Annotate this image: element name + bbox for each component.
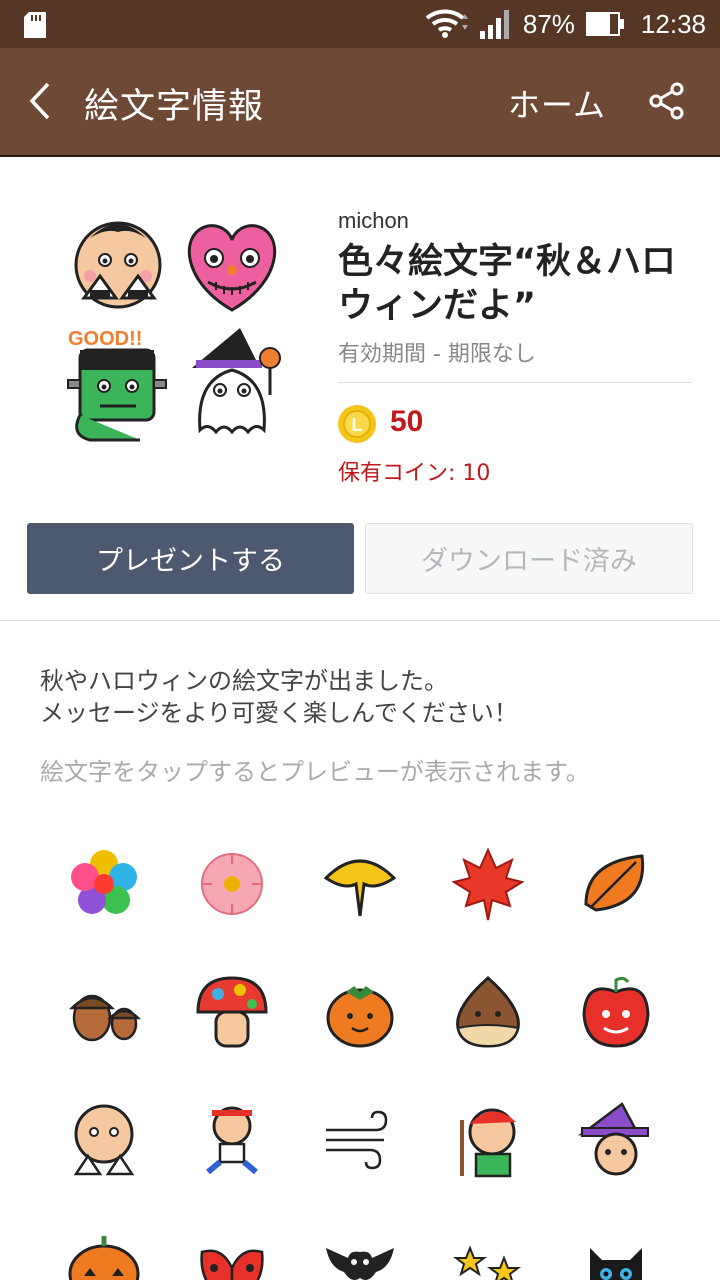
- downloaded-button: ダウンロード済み: [365, 523, 693, 594]
- description-line: メッセージをより可愛く楽しんでください！: [40, 699, 518, 727]
- emoji-cell[interactable]: [40, 820, 168, 948]
- svg-text:L: L: [352, 415, 363, 435]
- emoji-cell[interactable]: [168, 820, 296, 948]
- emoji-cell[interactable]: [424, 948, 552, 1076]
- mushroom-icon: [196, 976, 268, 1048]
- page-title: 絵文字情報: [84, 87, 265, 127]
- persimmon-icon: [326, 986, 394, 1048]
- frankenstein-icon: GOOD!!: [67, 328, 167, 442]
- emoji-cell[interactable]: [296, 1204, 424, 1280]
- emoji-cell[interactable]: [296, 1076, 424, 1204]
- painter-icon: [460, 1108, 516, 1178]
- owned-coins: 保有コイン: 10: [338, 461, 491, 486]
- emoji-cell[interactable]: [40, 948, 168, 1076]
- app-header: 絵文字情報 ホーム: [0, 48, 720, 157]
- bat-icon: [326, 1248, 394, 1280]
- acorn-icon: [68, 994, 142, 1042]
- emoji-cell[interactable]: [168, 1204, 296, 1280]
- section-divider: [0, 620, 720, 621]
- emoji-cell[interactable]: [40, 1204, 168, 1280]
- thumbnail-good-text: GOOD!!: [68, 328, 142, 350]
- wifi-icon: [425, 9, 468, 38]
- product-name: 色々絵文字“秋＆ハロウィンだよ”: [338, 242, 677, 326]
- emoji-cell[interactable]: [552, 820, 680, 948]
- cherry-blossom-icon: [201, 853, 263, 915]
- pink-heart-monster-icon: [187, 224, 277, 312]
- emoji-cell[interactable]: [168, 948, 296, 1076]
- share-icon[interactable]: [648, 82, 686, 120]
- ginkgo-leaf-icon: [323, 859, 397, 917]
- back-chevron-icon[interactable]: [22, 78, 62, 124]
- emoji-cell[interactable]: [296, 948, 424, 1076]
- stars-icon: [453, 1245, 521, 1280]
- running-kid-icon: [206, 1106, 258, 1175]
- chestnut-icon: [456, 975, 520, 1048]
- ladybug-wings-icon: [200, 1249, 264, 1280]
- emoji-cell[interactable]: [296, 820, 424, 948]
- battery-percent: 87%: [522, 8, 575, 39]
- pumpkin-icon: [68, 1236, 140, 1280]
- emoji-cell[interactable]: [424, 1076, 552, 1204]
- clock: 12:38: [640, 8, 706, 39]
- description: 秋やハロウィンの絵文字が出ました。 メッセージをより可愛く楽しんでください！: [40, 665, 700, 729]
- onigiri-kid-icon: [73, 1104, 135, 1176]
- onigiri-kid-icon: [74, 221, 162, 309]
- emoji-cell[interactable]: [40, 1076, 168, 1204]
- signal-icon: [479, 10, 509, 39]
- gift-button[interactable]: プレゼントする: [27, 523, 354, 594]
- sd-card-icon: [24, 12, 46, 38]
- ghost-witch-icon: [192, 328, 281, 435]
- home-button[interactable]: ホーム: [508, 80, 606, 126]
- emoji-grid: [40, 820, 680, 1280]
- status-bar: 87% 12:38: [0, 0, 720, 48]
- emoji-cell[interactable]: [552, 1204, 680, 1280]
- wind-icon: [326, 1110, 388, 1170]
- black-cat-icon: [590, 1248, 642, 1280]
- emoji-cell[interactable]: [424, 820, 552, 948]
- flower-icon: [71, 850, 137, 914]
- apple-icon: [582, 976, 650, 1048]
- battery-icon: [585, 12, 624, 36]
- coin-icon: L: [338, 405, 376, 443]
- emoji-cell[interactable]: [552, 1076, 680, 1204]
- emoji-cell[interactable]: [424, 1204, 552, 1280]
- emoji-cell[interactable]: [168, 1076, 296, 1204]
- author-name[interactable]: michon: [338, 208, 409, 234]
- description-line: 秋やハロウィンの絵文字が出ました。: [40, 667, 448, 695]
- emoji-set-thumbnail: GOOD!!: [67, 221, 281, 442]
- price: 50: [390, 405, 424, 438]
- emoji-cell[interactable]: [552, 948, 680, 1076]
- preview-hint: 絵文字をタップするとプレビューが表示されます。: [40, 758, 590, 786]
- divider: [338, 382, 692, 383]
- validity-period: 有効期間 - 期限なし: [338, 342, 536, 367]
- witch-icon: [577, 1102, 649, 1176]
- leaf-icon: [584, 854, 645, 912]
- maple-leaf-icon: [451, 847, 525, 921]
